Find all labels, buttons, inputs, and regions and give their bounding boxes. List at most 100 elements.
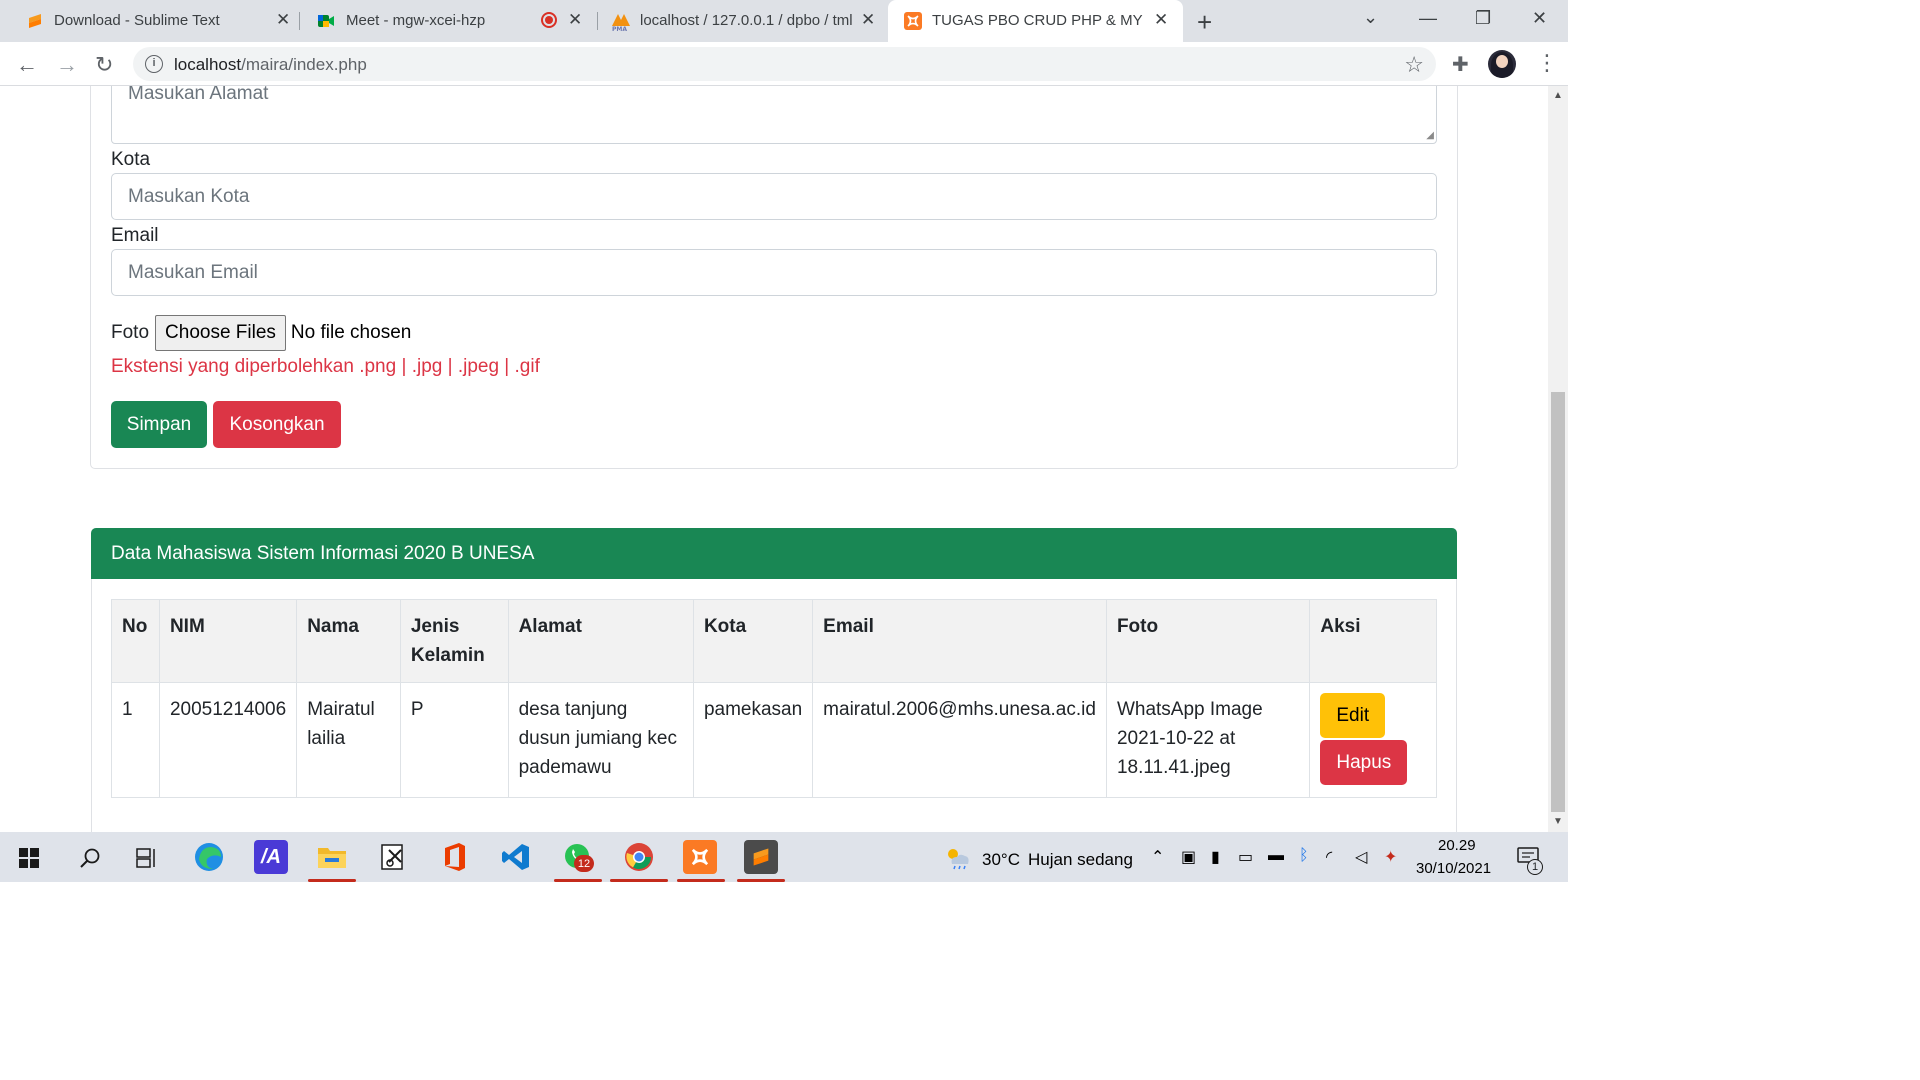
snipping-tool-icon[interactable] bbox=[377, 840, 411, 874]
clock-time[interactable]: 20.29 bbox=[1438, 837, 1476, 854]
app-ma-icon[interactable]: /A bbox=[254, 840, 288, 874]
column-header-aksi: Aksi bbox=[1309, 599, 1437, 683]
page-scrollbar[interactable]: ▲ ▼ bbox=[1548, 86, 1568, 832]
sublime-taskbar-icon[interactable] bbox=[744, 840, 778, 874]
foto-label: Foto bbox=[111, 322, 150, 343]
microphone-icon[interactable]: ▮ bbox=[1211, 847, 1220, 867]
whatsapp-icon[interactable]: 12 bbox=[561, 840, 595, 874]
table-row: 1 20051214006 Mairatul lailia P desa tan… bbox=[111, 682, 1437, 798]
forward-arrow-icon[interactable]: → bbox=[56, 52, 78, 78]
browser-tab-strip: Download - Sublime Text ✕ Meet - mgw-xce… bbox=[0, 0, 1568, 42]
weather-rain-icon[interactable] bbox=[944, 846, 972, 870]
foto-file-row: Foto Choose Files No file chosen bbox=[111, 315, 411, 351]
tab-label: localhost / 127.0.0.1 / dpbo / tml bbox=[640, 12, 852, 29]
tab-separator bbox=[299, 12, 300, 30]
edge-icon[interactable] bbox=[192, 840, 226, 874]
cell-email: mairatul.2006@mhs.unesa.ac.id bbox=[812, 682, 1107, 798]
delete-button[interactable]: Hapus bbox=[1320, 740, 1408, 785]
tab-crud-app[interactable]: TUGAS PBO CRUD PHP & MY SQL ✕ bbox=[888, 0, 1183, 42]
minimize-icon[interactable]: — bbox=[1419, 8, 1437, 29]
close-icon[interactable]: ✕ bbox=[568, 10, 582, 30]
windows-start-icon[interactable] bbox=[19, 848, 39, 868]
running-indicator bbox=[677, 879, 725, 882]
weather-temp[interactable]: 30°C bbox=[982, 850, 1020, 870]
address-bar[interactable]: i localhost/maira/index.php ☆ bbox=[133, 47, 1436, 81]
column-header-kota: Kota bbox=[692, 599, 814, 683]
tab-search-chevron-icon[interactable]: ⌄ bbox=[1363, 7, 1378, 28]
running-indicator bbox=[610, 879, 668, 882]
restore-icon[interactable]: ❐ bbox=[1475, 8, 1491, 29]
email-input[interactable]: Masukan Email bbox=[111, 249, 1437, 296]
column-header-foto: Foto bbox=[1105, 599, 1311, 683]
browser-menu-icon[interactable]: ⋮ bbox=[1536, 50, 1558, 76]
close-icon[interactable]: ✕ bbox=[1154, 10, 1168, 30]
search-icon[interactable] bbox=[79, 847, 101, 869]
reload-icon[interactable]: ↻ bbox=[95, 52, 113, 78]
tab-label: Download - Sublime Text bbox=[54, 12, 220, 29]
mahasiswa-table: No NIM Nama Jenis Kelamin Alamat Kota Em… bbox=[111, 599, 1437, 798]
tab-phpmyadmin[interactable]: PMA localhost / 127.0.0.1 / dpbo / tml ✕ bbox=[600, 0, 885, 42]
scrollbar-thumb[interactable] bbox=[1551, 392, 1565, 812]
svg-text:PMA: PMA bbox=[612, 26, 627, 32]
language-ime-icon[interactable]: ✦ bbox=[1384, 847, 1397, 867]
data-card-title: Data Mahasiswa Sistem Informasi 2020 B U… bbox=[91, 528, 1457, 579]
cell-alamat: desa tanjung dusun jumiang kec pademawu bbox=[507, 682, 694, 798]
scroll-up-arrow-icon[interactable]: ▲ bbox=[1553, 90, 1563, 101]
running-indicator bbox=[737, 879, 785, 882]
extensions-puzzle-icon[interactable]: ✚ bbox=[1452, 52, 1469, 77]
display-icon[interactable]: ▭ bbox=[1238, 847, 1253, 867]
xampp-taskbar-icon[interactable] bbox=[683, 840, 717, 874]
bookmark-star-icon[interactable]: ☆ bbox=[1404, 52, 1424, 78]
save-button[interactable]: Simpan bbox=[111, 401, 207, 448]
reset-button[interactable]: Kosongkan bbox=[213, 401, 341, 448]
file-explorer-icon[interactable] bbox=[315, 840, 349, 874]
email-placeholder: Masukan Email bbox=[128, 262, 258, 283]
clock-date[interactable]: 30/10/2021 bbox=[1416, 860, 1491, 877]
back-arrow-icon[interactable]: ← bbox=[16, 52, 38, 78]
kota-label: Kota bbox=[111, 149, 151, 170]
cell-no: 1 bbox=[111, 682, 160, 798]
tab-google-meet[interactable]: Meet - mgw-xcei-hzp ✕ bbox=[302, 0, 594, 42]
close-icon[interactable]: ✕ bbox=[276, 10, 290, 30]
page-viewport: Masukan Alamat ◢ Kota Masukan Kota Email… bbox=[0, 86, 1548, 832]
close-icon[interactable]: ✕ bbox=[861, 10, 875, 30]
vscode-icon[interactable] bbox=[499, 840, 533, 874]
choose-files-button[interactable]: Choose Files bbox=[155, 315, 286, 351]
window-close-icon[interactable]: ✕ bbox=[1532, 8, 1547, 29]
file-extension-hint: Ekstensi yang diperbolehkan .png | .jpg … bbox=[111, 356, 540, 377]
column-header-nim: NIM bbox=[158, 599, 298, 683]
tab-label: Meet - mgw-xcei-hzp bbox=[346, 12, 486, 29]
meet-now-icon[interactable]: ▣ bbox=[1181, 847, 1196, 867]
battery-icon[interactable]: ▬ bbox=[1268, 847, 1284, 865]
tab-sublime-download[interactable]: Download - Sublime Text ✕ bbox=[8, 0, 298, 42]
wifi-icon[interactable]: ◜ bbox=[1326, 847, 1332, 867]
whatsapp-badge: 12 bbox=[574, 855, 594, 872]
cell-foto: WhatsApp Image 2021-10-22 at 18.11.41.jp… bbox=[1105, 682, 1311, 798]
volume-icon[interactable]: ◁ bbox=[1355, 847, 1367, 867]
weather-desc[interactable]: Hujan sedang bbox=[1028, 850, 1133, 870]
edit-button[interactable]: Edit bbox=[1320, 693, 1386, 738]
office-icon[interactable] bbox=[438, 840, 472, 874]
cell-kota: pamekasan bbox=[692, 682, 814, 798]
column-header-email: Email bbox=[812, 599, 1107, 683]
sublime-icon bbox=[29, 14, 41, 28]
url-text: localhost/maira/index.php bbox=[174, 55, 367, 75]
url-host: localhost bbox=[174, 55, 242, 74]
bluetooth-icon[interactable]: ᛒ bbox=[1299, 847, 1309, 865]
cell-jenis-kelamin: P bbox=[399, 682, 509, 798]
phpmyadmin-icon: PMA bbox=[612, 14, 630, 32]
show-hidden-icons-chevron-icon[interactable]: ⌃ bbox=[1151, 847, 1164, 867]
site-info-icon[interactable]: i bbox=[145, 55, 163, 73]
profile-avatar[interactable] bbox=[1488, 50, 1516, 78]
kota-input[interactable]: Masukan Kota bbox=[111, 173, 1437, 220]
notification-count: 1 bbox=[1527, 859, 1543, 875]
chrome-icon[interactable] bbox=[622, 840, 656, 874]
resize-handle-icon[interactable]: ◢ bbox=[1426, 130, 1434, 141]
alamat-textarea[interactable]: Masukan Alamat ◢ bbox=[111, 86, 1437, 144]
running-indicator bbox=[308, 879, 356, 882]
alamat-placeholder: Masukan Alamat bbox=[128, 86, 269, 104]
task-view-icon[interactable] bbox=[136, 848, 158, 868]
scroll-down-arrow-icon[interactable]: ▼ bbox=[1553, 816, 1563, 827]
tab-separator bbox=[597, 12, 598, 30]
new-tab-icon[interactable]: + bbox=[1197, 7, 1212, 38]
